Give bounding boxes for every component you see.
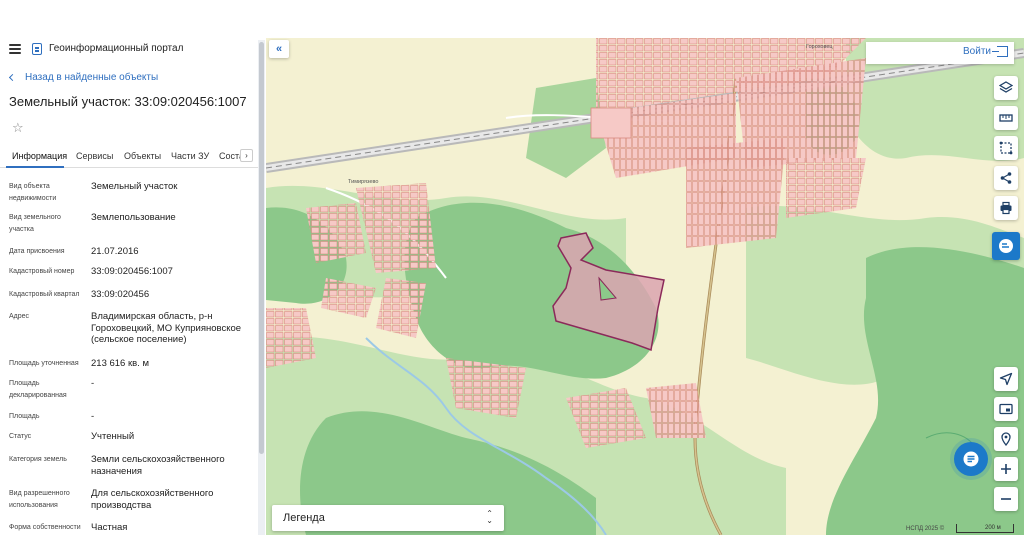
print-button[interactable] xyxy=(994,196,1018,220)
field-key: Площадь xyxy=(9,413,40,420)
field-value: Частная xyxy=(91,522,128,533)
locate-arrow-button[interactable] xyxy=(994,367,1018,391)
login-button[interactable]: Войти xyxy=(963,46,1008,57)
active-tab-indicator xyxy=(6,166,64,168)
map-attribution: НСПД 2025 © xyxy=(906,526,945,532)
layers-button[interactable] xyxy=(994,76,1018,100)
info-panel: Геоинформационный портал Назад в найденн… xyxy=(0,0,266,535)
document-icon xyxy=(32,43,42,55)
zoom-out-button[interactable] xyxy=(994,487,1018,511)
field-key: Кадастровый квартал xyxy=(9,291,80,298)
back-to-results-link[interactable]: Назад в найденные объекты xyxy=(8,72,159,83)
field-value: - xyxy=(91,378,95,389)
select-area-button[interactable] xyxy=(994,136,1018,160)
print-icon xyxy=(1000,201,1012,215)
zoom-in-button[interactable] xyxy=(994,457,1018,481)
tabs-scroll-right-button[interactable]: › xyxy=(240,149,253,162)
legend-label: Легенда xyxy=(283,512,325,524)
ruler-icon xyxy=(999,114,1013,122)
sign-in-icon xyxy=(992,46,1008,57)
field-value: 213 616 кв. м xyxy=(91,358,149,369)
panel-scrollbar-thumb[interactable] xyxy=(259,42,264,454)
login-label: Войти xyxy=(963,46,991,57)
place-label: Гороховец xyxy=(806,44,833,50)
field-value: Земельный участок xyxy=(91,181,178,192)
chat-assistant-button[interactable] xyxy=(992,232,1020,260)
map-canvas[interactable]: Тимирязево Гороховец xyxy=(266,38,1024,535)
field-value: Учтенный xyxy=(91,431,135,442)
select-area-icon xyxy=(999,141,1013,155)
favorite-star-icon[interactable]: ☆ xyxy=(12,120,24,136)
field-value: Землепользование xyxy=(91,212,176,223)
geolocation-pin-icon xyxy=(1001,432,1011,446)
chevron-up-down-icon: ⌃ ⌄ xyxy=(486,509,493,525)
field-key: Кадастровый номер xyxy=(9,268,75,275)
geolocation-button[interactable] xyxy=(994,427,1018,451)
field-key: Площадь декларированная xyxy=(9,380,67,399)
chat-bubble-icon xyxy=(963,451,979,467)
field-value: Земли сельскохозяйственного назначения xyxy=(91,454,225,477)
collapse-panel-button[interactable]: « xyxy=(269,40,289,58)
field-key: Вид объекта недвижимости xyxy=(9,183,57,202)
field-value: 21.07.2016 xyxy=(91,246,139,257)
chat-assistant-icon xyxy=(999,239,1013,253)
tab-services[interactable]: Сервисы xyxy=(76,151,113,161)
field-key: Статус xyxy=(9,433,32,440)
scale-label: 200 м xyxy=(985,525,1001,531)
zoom-out-icon xyxy=(1001,498,1011,500)
field-key: Форма собственности xyxy=(9,524,81,531)
field-key: Категория земель xyxy=(9,456,67,463)
portal-title: Геоинформационный портал xyxy=(49,43,184,54)
tab-info[interactable]: Информация xyxy=(12,151,67,161)
tab-parcel-parts[interactable]: Части ЗУ xyxy=(171,151,209,161)
layers-icon xyxy=(999,81,1013,93)
tab-objects[interactable]: Объекты xyxy=(124,151,161,161)
hamburger-menu-icon[interactable] xyxy=(9,44,21,54)
field-key: Вид земельного участка xyxy=(9,214,61,233)
panel-header: Геоинформационный портал xyxy=(0,38,266,62)
legend-dropdown[interactable]: Легенда ⌃ ⌄ xyxy=(272,505,504,531)
field-value: 33:09:020456 xyxy=(91,289,150,300)
chevron-left-icon xyxy=(8,73,17,82)
place-label: Тимирязево xyxy=(348,179,379,185)
back-link-label: Назад в найденные объекты xyxy=(25,72,159,83)
share-button[interactable] xyxy=(994,166,1018,190)
minimap-icon xyxy=(999,403,1013,415)
field-key: Адрес xyxy=(9,313,30,320)
info-tabs: Информация Сервисы Объекты Части ЗУ Сост… xyxy=(0,146,258,168)
object-title: Земельный участок: 33:09:020456:1007 xyxy=(9,94,247,109)
ruler-button[interactable] xyxy=(994,106,1018,130)
field-value: Владимирская область, р-н Гороховецкий, … xyxy=(91,311,242,345)
share-icon xyxy=(1000,172,1012,184)
map-graphic xyxy=(266,38,1024,535)
chat-fab-button[interactable] xyxy=(954,442,988,476)
field-value: 33:09:020456:1007 xyxy=(91,266,173,277)
login-bar: Войти xyxy=(866,42,1014,64)
field-value: - xyxy=(91,411,95,422)
zoom-in-icon xyxy=(1001,464,1011,474)
field-key: Вид разрешенного использования xyxy=(9,490,70,509)
field-key: Площадь уточненная xyxy=(9,360,79,367)
field-value: Для сельскохозяйственного производства xyxy=(91,488,214,511)
minimap-button[interactable] xyxy=(994,397,1018,421)
field-key: Дата присвоения xyxy=(9,248,65,255)
locate-arrow-icon xyxy=(999,372,1013,386)
